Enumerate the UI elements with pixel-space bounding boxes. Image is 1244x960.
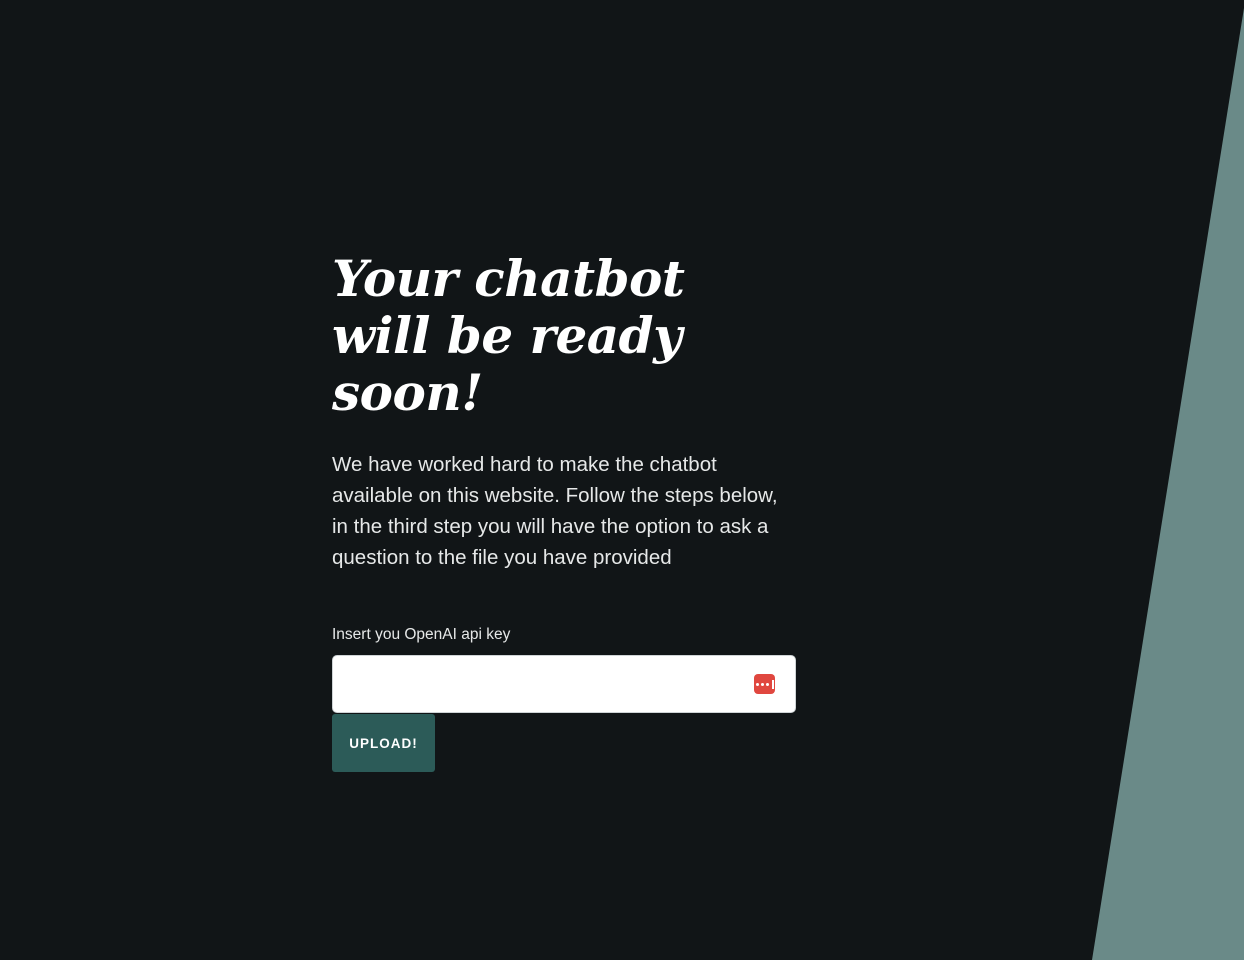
api-key-field-wrapper: [332, 655, 796, 713]
api-key-input[interactable]: [332, 655, 796, 713]
password-manager-icon[interactable]: [754, 674, 775, 694]
api-key-label: Insert you OpenAI api key: [332, 626, 511, 643]
upload-button[interactable]: UPLOAD!: [332, 714, 435, 772]
page: Your chatbot will be ready soon! We have…: [0, 0, 1244, 960]
main-content: Your chatbot will be ready soon! We have…: [332, 250, 796, 772]
page-title: Your chatbot will be ready soon!: [332, 249, 685, 422]
page-description: We have worked hard to make the chatbot …: [332, 453, 778, 569]
